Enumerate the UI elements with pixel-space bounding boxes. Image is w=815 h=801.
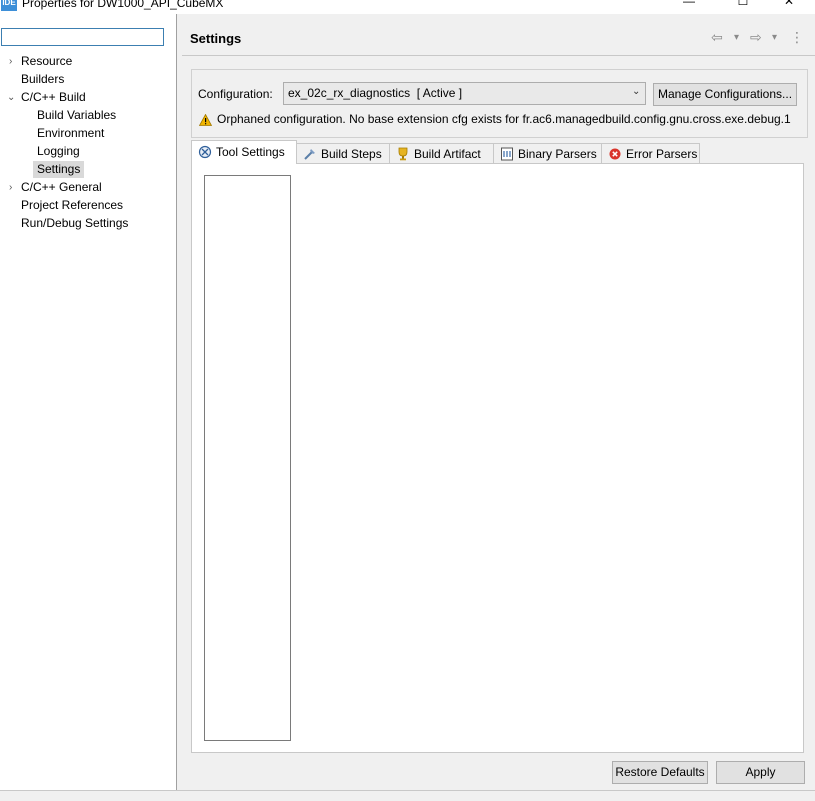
chevron-down-icon[interactable]: ⌄ (7, 89, 17, 106)
header-divider (182, 55, 815, 56)
tree-item-settings[interactable]: Settings (33, 161, 85, 178)
tree-item-label: Build Variables (37, 108, 117, 122)
filter-input[interactable] (1, 28, 164, 46)
trophy-icon (398, 147, 408, 161)
warning-message: Orphaned configuration. No base extensio… (217, 112, 791, 126)
tree-item-build-variables[interactable]: Build Variables (37, 107, 116, 124)
build-steps-icon (304, 148, 315, 160)
manage-configurations-button[interactable]: Manage Configurations... (653, 83, 797, 106)
minimize-button[interactable]: — (666, 0, 712, 14)
tree-item-label: C/C++ General (21, 180, 102, 194)
tree-item-label: Settings (37, 162, 81, 176)
binary-icon (501, 147, 513, 161)
tree-item-label: Run/Debug Settings (21, 216, 129, 230)
window-title: Properties for DW1000_API_CubeMX (22, 0, 224, 10)
tree-item-label: Builders (21, 72, 65, 86)
tree-item-cpp-build[interactable]: ⌄ C/C++ Build (5, 89, 175, 106)
tree-item-builders[interactable]: Builders (21, 71, 64, 88)
tool-settings-tree[interactable] (204, 175, 291, 741)
tree-item-label: Project References (21, 198, 124, 212)
tab-label: Build Steps (321, 147, 382, 161)
apply-button[interactable]: Apply (716, 761, 805, 784)
tab-label: Binary Parsers (518, 147, 597, 161)
chevron-right-icon[interactable]: › (9, 53, 19, 70)
tab-label: Tool Settings (216, 145, 285, 159)
tool-settings-icon (198, 145, 212, 158)
maximize-button[interactable]: ☐ (720, 0, 766, 14)
tab-tool-settings[interactable]: Tool Settings (191, 140, 297, 164)
tree-item-label: C/C++ Build (21, 90, 86, 104)
tree-item-logging[interactable]: Logging (37, 143, 80, 160)
restore-defaults-button[interactable]: Restore Defaults (612, 761, 708, 784)
tab-error-parsers[interactable]: Error Parsers (601, 143, 700, 163)
back-dropdown-icon[interactable]: ▾ (734, 32, 739, 43)
tree-item-project-references[interactable]: Project References (21, 197, 123, 214)
configuration-value: ex_02c_rx_diagnostics [ Active ] (288, 86, 463, 100)
tree-item-run-debug-settings[interactable]: Run/Debug Settings (21, 215, 128, 232)
chevron-right-icon[interactable]: › (9, 179, 19, 196)
tab-label: Build Artifact (414, 147, 481, 161)
tree-item-label: Logging (37, 144, 80, 158)
tab-build-steps[interactable]: Build Steps (296, 143, 390, 163)
error-icon (609, 148, 621, 160)
tab-build-artifact[interactable]: Build Artifact (389, 143, 494, 163)
tab-label: Error Parsers (626, 147, 698, 161)
tab-binary-parsers[interactable]: Binary Parsers (493, 143, 602, 163)
forward-arrow-icon[interactable]: ⇨ (750, 29, 762, 46)
configuration-label: Configuration: (198, 87, 273, 101)
close-button[interactable]: ✕ (766, 0, 812, 14)
forward-dropdown-icon[interactable]: ▾ (772, 32, 777, 43)
chevron-down-icon[interactable]: ⌄ (632, 86, 640, 97)
back-arrow-icon[interactable]: ⇦ (711, 29, 723, 46)
bottom-strip (0, 790, 815, 801)
page-title: Settings (190, 31, 242, 46)
warning-icon (199, 114, 212, 126)
tree-item-label: Environment (37, 126, 105, 140)
tree-item-environment[interactable]: Environment (37, 125, 104, 142)
title-bar: IDE Properties for DW1000_API_CubeMX — ☐… (0, 0, 815, 14)
view-menu-icon[interactable]: ⋮ (790, 29, 804, 46)
app-icon: IDE (1, 0, 17, 11)
tree-item-label: Resource (21, 54, 73, 68)
